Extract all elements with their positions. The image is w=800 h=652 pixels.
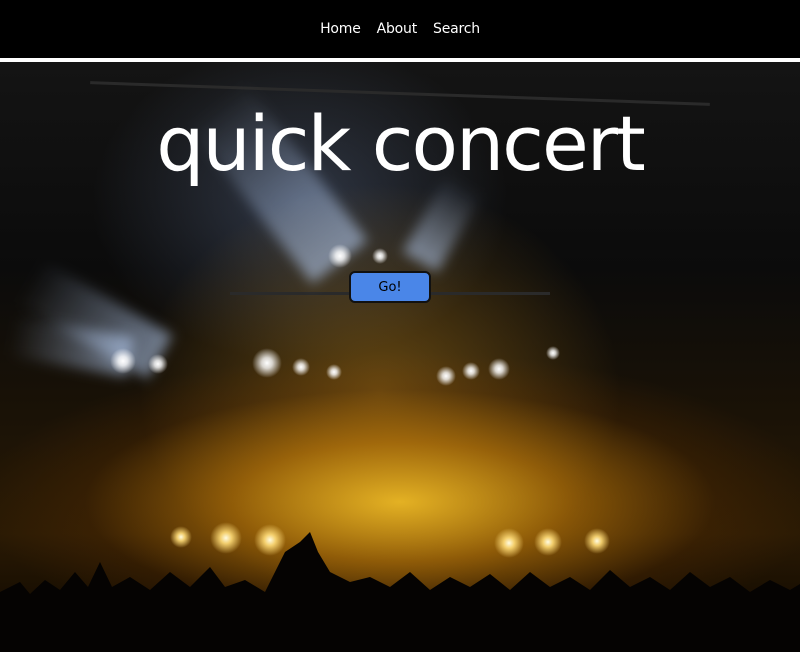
nav-link-search[interactable]: Search	[433, 21, 480, 37]
stage-light	[252, 348, 282, 378]
top-navbar: Home About Search	[0, 0, 800, 58]
hero-title: quick concert	[156, 99, 646, 188]
nav-link-about[interactable]: About	[377, 21, 418, 37]
stage-light	[372, 248, 388, 264]
go-button[interactable]: Go!	[349, 271, 431, 303]
page: Home About Search quick concert Go!	[0, 0, 800, 652]
stage-light	[328, 244, 352, 268]
stage-light	[546, 346, 560, 360]
stage-light	[462, 362, 480, 380]
stage-light	[292, 358, 310, 376]
crowd-silhouette	[0, 532, 800, 652]
nav-divider	[0, 58, 800, 62]
stage-light	[326, 364, 342, 380]
hero-section: quick concert Go!	[0, 62, 800, 652]
stage-light	[436, 366, 456, 386]
stage-light	[488, 358, 510, 380]
stage-light	[110, 348, 136, 374]
nav-link-home[interactable]: Home	[320, 21, 361, 37]
stage-light	[148, 354, 168, 374]
